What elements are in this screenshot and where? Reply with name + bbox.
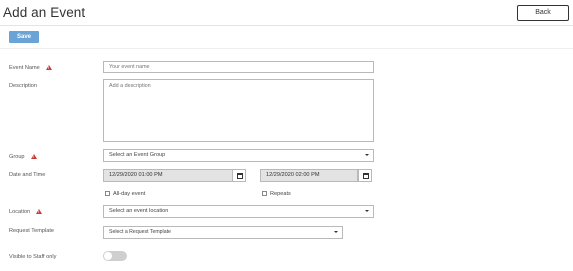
location-label-text: Location	[9, 209, 31, 215]
required-warning-icon	[36, 208, 43, 214]
location-select-value: Select an event location	[109, 208, 169, 214]
request-template-label: Request Template	[9, 228, 54, 234]
group-select-value: Select an Event Group	[109, 152, 166, 158]
repeats-checkbox[interactable]	[262, 191, 267, 196]
group-label-text: Group	[9, 154, 25, 160]
date-time-label: Date and Time	[9, 172, 46, 178]
save-button[interactable]: Save	[9, 31, 39, 43]
repeats-label: Repeats	[270, 191, 291, 197]
calendar-icon	[362, 173, 369, 179]
chevron-down-icon	[365, 210, 369, 212]
page-title: Add an Event	[3, 5, 86, 20]
location-label: Location	[9, 208, 43, 215]
start-datetime-input[interactable]: 12/29/2020 01:00 PM	[103, 169, 233, 182]
all-day-label: All-day event	[113, 191, 146, 197]
request-template-value: Select a Request Template	[109, 229, 171, 235]
back-button[interactable]: Back	[517, 5, 569, 21]
toolbar-divider	[0, 48, 573, 49]
description-label: Description	[9, 83, 37, 89]
calendar-icon	[236, 173, 243, 179]
description-textarea[interactable]	[103, 79, 374, 142]
visible-staff-toggle[interactable]	[103, 251, 127, 261]
visible-staff-label: Visible to Staff only	[9, 254, 57, 260]
event-name-label: Event Name	[9, 64, 52, 71]
start-calendar-button[interactable]	[232, 169, 246, 182]
start-datetime-value: 12/29/2020 01:00 PM	[109, 172, 163, 178]
chevron-down-icon	[365, 154, 369, 156]
required-warning-icon	[45, 64, 52, 70]
group-select[interactable]: Select an Event Group	[103, 149, 374, 162]
toggle-knob	[104, 252, 112, 260]
event-name-input[interactable]	[103, 61, 374, 73]
header-divider	[0, 25, 573, 26]
group-label: Group	[9, 153, 37, 160]
end-datetime-value: 12/29/2020 02:00 PM	[266, 172, 320, 178]
chevron-down-icon	[334, 231, 338, 233]
end-calendar-button[interactable]	[358, 169, 372, 182]
request-template-select[interactable]: Select a Request Template	[103, 226, 343, 239]
all-day-checkbox[interactable]	[105, 191, 110, 196]
end-datetime-input[interactable]: 12/29/2020 02:00 PM	[260, 169, 358, 182]
event-name-label-text: Event Name	[9, 65, 40, 71]
required-warning-icon	[30, 153, 37, 159]
location-select[interactable]: Select an event location	[103, 205, 374, 218]
